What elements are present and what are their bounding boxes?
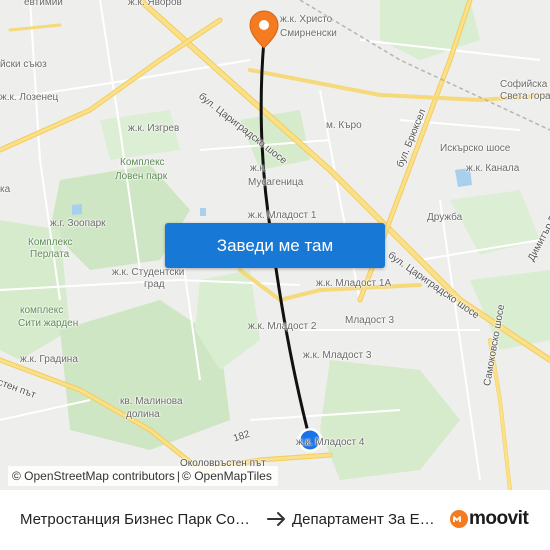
- map-label: Младост 3: [345, 315, 395, 326]
- map-label: Комплекс: [28, 237, 73, 248]
- osm-attribution-link[interactable]: © OpenStreetMap contributors: [12, 469, 175, 483]
- map-label: долина: [126, 409, 160, 420]
- map-label: ж.к. Христо: [280, 14, 333, 25]
- take-me-there-button[interactable]: Заведи ме там: [165, 223, 385, 268]
- destination-pin-icon[interactable]: [249, 10, 279, 49]
- map-label: ж.к. Градина: [20, 354, 78, 365]
- map-label: комплекс: [20, 305, 64, 316]
- moovit-logo-icon: [450, 510, 468, 528]
- map-label: ж.к. Младост 2: [248, 321, 317, 332]
- moovit-logo-text: moovit: [469, 508, 529, 529]
- route-footer: Метростанция Бизнес Парк София Департаме…: [0, 490, 550, 550]
- map-label: ж.г. Зоопарк: [50, 218, 106, 229]
- map-label: Сити жарден: [18, 318, 79, 329]
- map-label: ж.к. Канала: [466, 163, 520, 174]
- arrow-right-icon: [267, 512, 285, 526]
- map-label: ж.к. Яворов: [128, 0, 182, 8]
- map-label: ж.к. Изгрев: [128, 123, 180, 134]
- map-label: Дружба: [427, 212, 463, 223]
- map-label: ка: [0, 184, 11, 195]
- map-canvas[interactable]: евтимий ж.к. Яворов ж.к. Христо Смирненски й…: [0, 0, 550, 490]
- map-label: ж.к. Младост 3: [303, 350, 372, 361]
- moovit-logo[interactable]: moovit: [449, 507, 529, 531]
- map-label: ж.к. Младост 4: [296, 437, 365, 448]
- map-label: ж.к. Студентски: [112, 267, 185, 278]
- map-label: град: [144, 279, 165, 290]
- attribution-separator: |: [176, 469, 181, 483]
- map-label: Искърско шосе: [440, 143, 511, 154]
- map-label: Ловен парк: [115, 171, 168, 182]
- map-label: ж.к.: [250, 163, 267, 174]
- map-label: кв. Малинова: [120, 396, 183, 407]
- map-label: ж.к. Младост 1: [248, 210, 317, 221]
- map-label: Света гора: [500, 91, 550, 102]
- map-attribution: © OpenStreetMap contributors | © OpenMap…: [8, 466, 278, 486]
- map-label: м. Къро: [326, 120, 362, 131]
- map-label: ж.к. Младост 1А: [316, 278, 392, 289]
- map-label: Софийска: [500, 79, 548, 90]
- map-label: йски съюз: [0, 59, 47, 70]
- map-label: Мусагеница: [248, 177, 304, 188]
- map-label: Перлата: [30, 249, 70, 260]
- map-label: евтимий: [24, 0, 63, 8]
- openmaptiles-attribution-link[interactable]: © OpenMapTiles: [182, 469, 272, 483]
- map-label: Комплекс: [120, 157, 165, 168]
- map-label: ж.к. Лозенец: [0, 92, 59, 103]
- destination-stop-name: Департамент За Езиково Обучение: [292, 511, 440, 528]
- map-label: Смирненски: [280, 28, 337, 39]
- origin-stop-name: Метростанция Бизнес Парк София: [20, 511, 260, 528]
